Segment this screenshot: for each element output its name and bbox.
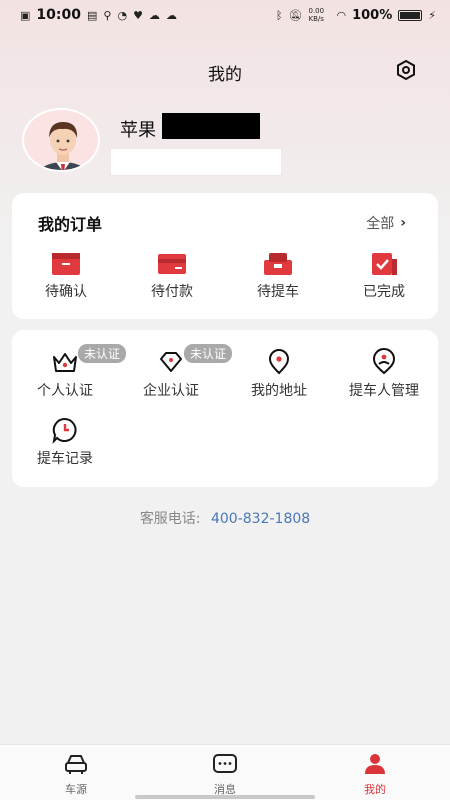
home-indicator bbox=[135, 795, 315, 799]
tab-label: 车源 bbox=[65, 783, 87, 796]
pickup-records[interactable]: 提车记录 bbox=[28, 416, 102, 468]
avatar-person-icon bbox=[39, 122, 87, 170]
wifi-icon: ◠ bbox=[336, 8, 347, 22]
bluetooth-icon: ᛒ bbox=[275, 8, 283, 22]
status-time: 10:00 bbox=[36, 7, 81, 23]
tab-messages[interactable]: 消息 bbox=[185, 751, 265, 797]
completed-icon bbox=[372, 253, 397, 275]
pending-confirm-icon bbox=[52, 253, 80, 275]
user-name: 苹果 bbox=[120, 120, 156, 141]
tab-profile[interactable]: 我的 bbox=[335, 751, 415, 797]
dashboard-icon: ◔ bbox=[117, 8, 128, 22]
order-pending-pickup[interactable]: 待提车 bbox=[238, 251, 318, 301]
service-label: 我的地址 bbox=[251, 383, 307, 399]
app-notification-icon: ▤ bbox=[86, 8, 98, 22]
gear-hex-icon bbox=[397, 59, 415, 81]
chevron-right-icon: › bbox=[400, 215, 406, 231]
settings-button[interactable] bbox=[394, 58, 418, 82]
order-label: 待付款 bbox=[151, 284, 193, 300]
status-bar: ▣ 10:00 ▤ ⚲ ◔ ♥ ☁ ☁ ᛒ 🔕︎ 0.00 KB/s ◠ 100… bbox=[0, 0, 450, 30]
tab-car-source[interactable]: 车源 bbox=[36, 751, 116, 797]
bottom-tab-bar: 车源 消息 我的 bbox=[0, 744, 450, 800]
status-right: ᛒ 🔕︎ 0.00 KB/s ◠ 100% ⚡ bbox=[276, 7, 436, 23]
crown-icon bbox=[53, 353, 77, 372]
service-label: 个人认证 bbox=[37, 383, 93, 399]
order-label: 待提车 bbox=[257, 284, 299, 300]
order-completed[interactable]: 已完成 bbox=[344, 251, 424, 301]
wechat-icon: ☁ bbox=[148, 8, 160, 22]
status-badge: 未认证 bbox=[184, 344, 233, 363]
pickup-person-management[interactable]: 提车人管理 bbox=[338, 348, 430, 400]
hotline-number[interactable]: 400-832-1808 bbox=[211, 511, 310, 527]
profile-icon bbox=[365, 754, 385, 774]
pending-payment-icon bbox=[158, 254, 186, 274]
pending-pickup-icon bbox=[264, 253, 292, 275]
diamond-icon bbox=[160, 352, 182, 372]
avatar[interactable] bbox=[22, 108, 100, 172]
battery-level: 100% bbox=[352, 7, 393, 23]
page-title: 我的 bbox=[208, 65, 242, 85]
service-label: 提车人管理 bbox=[349, 383, 419, 399]
service-label: 企业认证 bbox=[143, 383, 199, 399]
heart-icon: ♥ bbox=[133, 8, 143, 22]
avatar-image bbox=[22, 108, 100, 172]
mute-icon: 🔕︎ bbox=[288, 8, 303, 22]
redacted-name bbox=[162, 113, 260, 139]
my-address[interactable]: 我的地址 bbox=[242, 348, 316, 400]
orders-title: 我的订单 bbox=[38, 215, 103, 234]
charging-icon: ⚡ bbox=[428, 8, 436, 22]
status-left: ▣ 10:00 ▤ ⚲ ◔ ♥ ☁ ☁ bbox=[20, 7, 177, 23]
usb-icon: ⚲ bbox=[103, 8, 112, 22]
notification-icon: ▣ bbox=[20, 8, 31, 22]
clock-bubble-icon bbox=[52, 417, 77, 444]
car-icon bbox=[65, 755, 87, 774]
order-label: 待确认 bbox=[45, 284, 87, 300]
service-label: 提车记录 bbox=[37, 451, 93, 467]
person-pin-icon bbox=[372, 348, 396, 375]
status-badge: 未认证 bbox=[78, 344, 127, 363]
services-card: 个人认证 未认证 企业认证 未认证 我的地址 提车人管理 提车记录 bbox=[12, 330, 438, 487]
customer-service-hotline: 客服电话: 400-832-1808 bbox=[0, 508, 450, 528]
orders-all-label: 全部 bbox=[366, 216, 395, 232]
cloud-icon: ☁ bbox=[165, 8, 177, 22]
orders-all-link[interactable]: 全部 › bbox=[366, 213, 406, 233]
order-pending-payment[interactable]: 待付款 bbox=[132, 251, 212, 301]
user-info-box bbox=[110, 148, 282, 176]
order-label: 已完成 bbox=[363, 284, 405, 300]
net-speed: 0.00 KB/s bbox=[308, 7, 325, 23]
hotline-label: 客服电话: bbox=[139, 511, 201, 527]
order-pending-confirm[interactable]: 待确认 bbox=[26, 251, 106, 301]
orders-card: 我的订单 全部 › 待确认 待付款 待提车 已完成 bbox=[12, 193, 438, 319]
message-icon bbox=[213, 754, 237, 773]
battery-icon bbox=[398, 9, 423, 21]
tab-label: 我的 bbox=[364, 783, 386, 796]
location-pin-icon bbox=[268, 349, 290, 375]
